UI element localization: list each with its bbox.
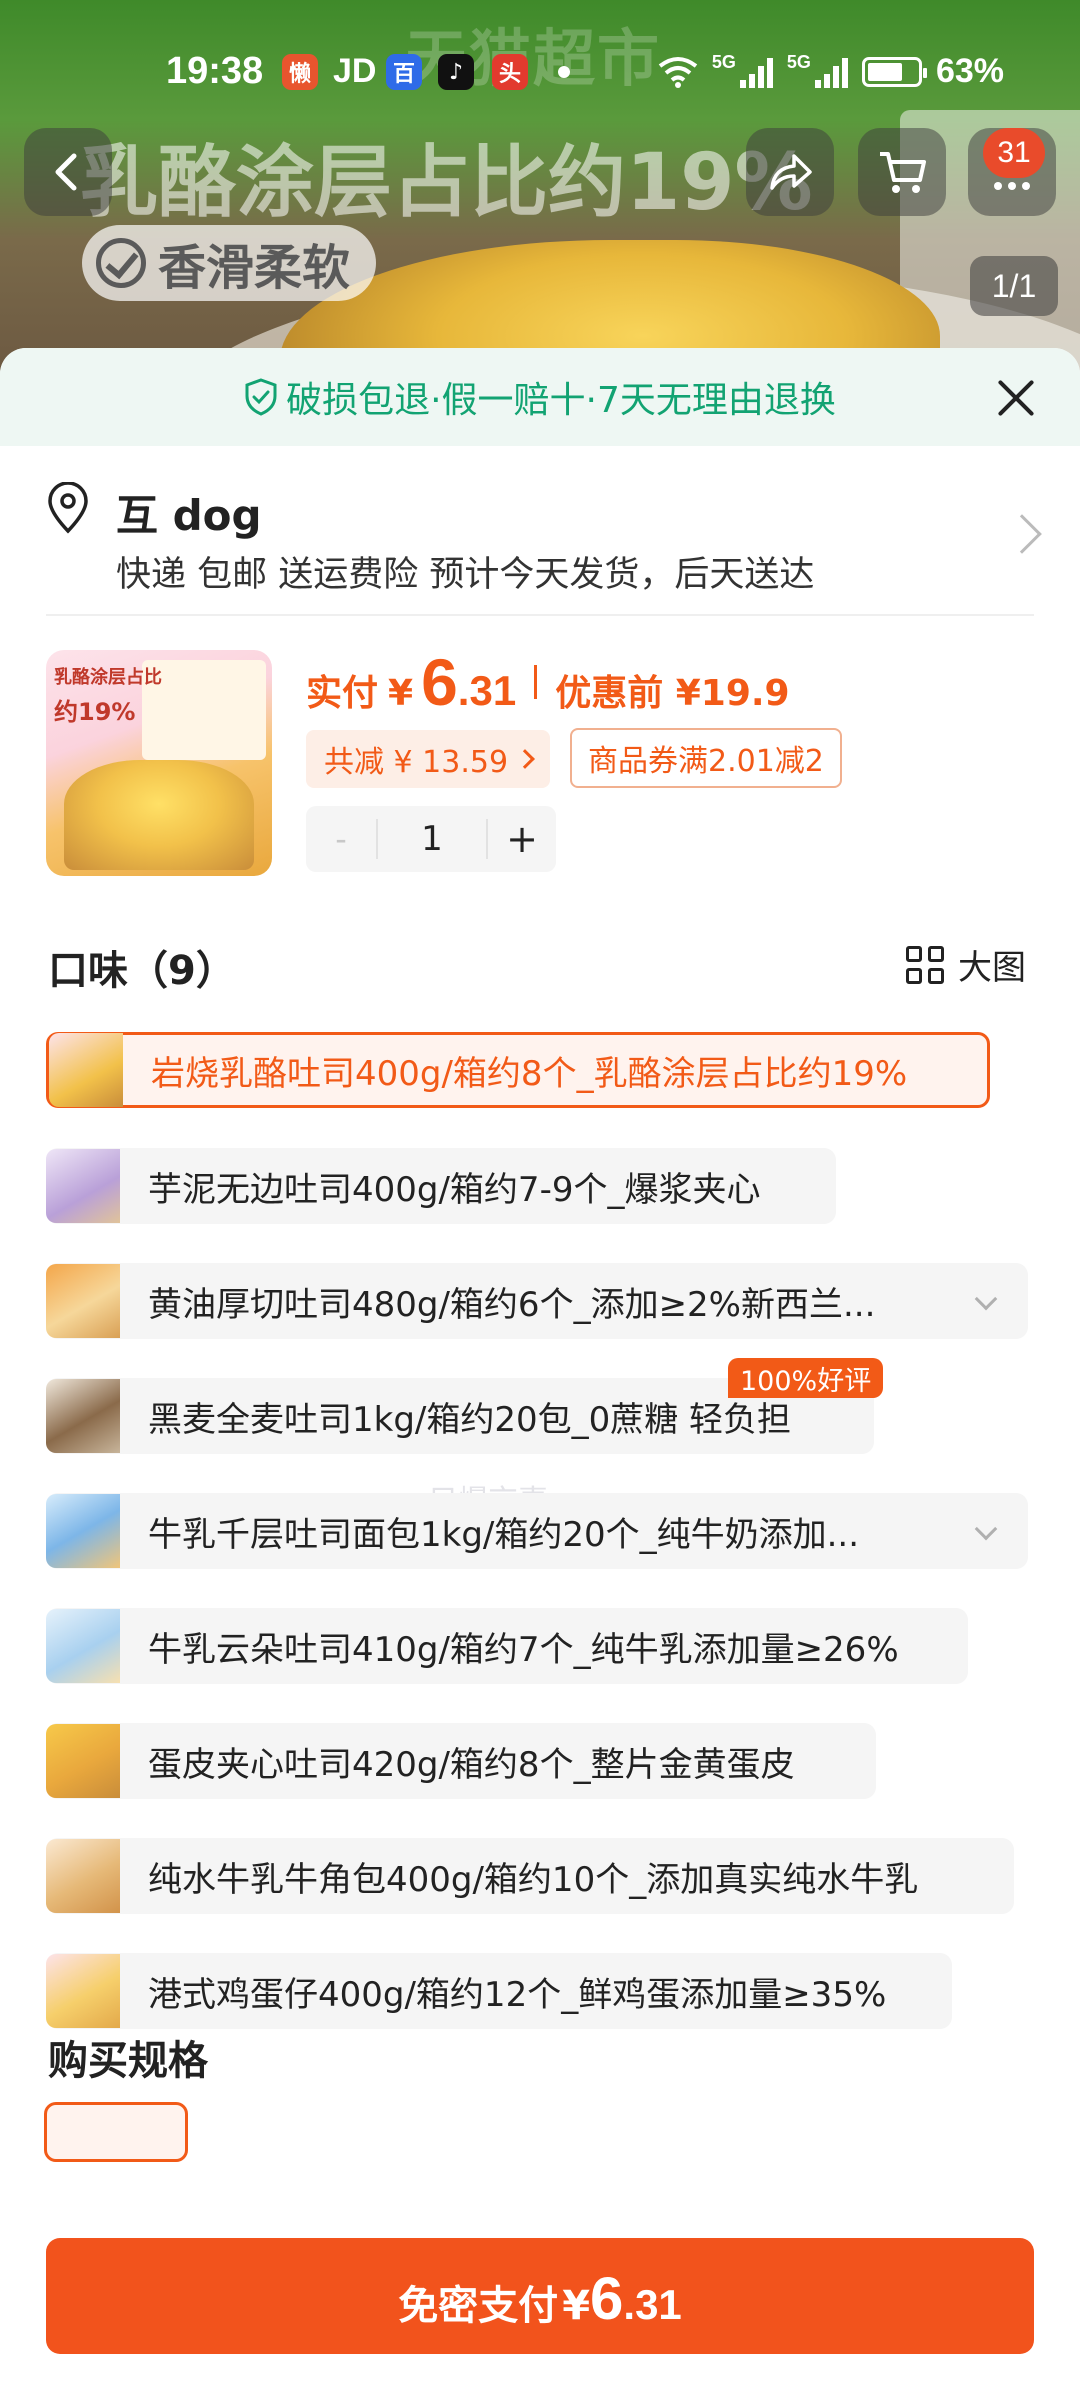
currency-symbol: ¥ bbox=[388, 673, 414, 714]
close-sheet-button[interactable] bbox=[992, 374, 1040, 422]
product-thumbnail[interactable]: 乳酪涂层占比 约19% bbox=[46, 650, 272, 876]
share-icon bbox=[770, 154, 812, 190]
option-thumbnail bbox=[46, 1724, 120, 1798]
signal-icon bbox=[814, 56, 848, 88]
wifi-icon bbox=[658, 56, 698, 88]
flavor-option-6[interactable]: 牛乳云朵吐司410g/箱约7个_纯牛乳添加量≥26% bbox=[46, 1608, 968, 1684]
chevron-right-icon bbox=[1002, 514, 1042, 554]
price-row: 实付 ¥ 6 .31 优惠前 ¥19.9 bbox=[306, 644, 790, 720]
grid-icon bbox=[906, 945, 944, 984]
sku-selection-sheet: 破损包退·假一赔十·7天无理由退换 互 dog 快递 包邮 送运费险 预计今天发… bbox=[0, 348, 1080, 2400]
chevron-right-icon bbox=[515, 749, 535, 769]
flavor-section-title: 口味（9） bbox=[48, 948, 236, 994]
chevron-left-icon bbox=[55, 153, 77, 191]
pay-amount-int: 6 bbox=[590, 2265, 624, 2332]
battery-icon bbox=[861, 56, 927, 87]
guarantee-banner[interactable]: 破损包退·假一赔十·7天无理由退换 bbox=[0, 348, 1080, 446]
option-label: 黄油厚切吐司480g/箱约6个_添加≥2%新西兰... bbox=[148, 1284, 876, 1325]
option-thumbnail bbox=[46, 1954, 120, 2028]
option-label: 港式鸡蛋仔400g/箱约12个_鲜鸡蛋添加量≥35% bbox=[148, 1974, 887, 2015]
option-thumbnail bbox=[46, 1379, 120, 1453]
cart-icon bbox=[880, 152, 926, 193]
shield-check-icon bbox=[245, 378, 277, 416]
option-label: 芋泥无边吐司400g/箱约7-9个_爆浆夹心 bbox=[148, 1169, 761, 1210]
big-image-view-toggle[interactable]: 大图 bbox=[906, 940, 1026, 989]
address-name: 互 dog bbox=[116, 491, 262, 540]
price-before-discount: 优惠前 ¥19.9 bbox=[555, 673, 790, 714]
flavor-option-7[interactable]: 蛋皮夹心吐司420g/箱约8个_整片金黄蛋皮 bbox=[46, 1723, 876, 1799]
lazy-app-icon: 懒 bbox=[282, 54, 318, 90]
decrease-quantity-button[interactable]: - bbox=[306, 820, 376, 858]
tiktok-app-icon: ♪ bbox=[438, 54, 474, 90]
toutiao-app-icon: 头 bbox=[492, 54, 528, 90]
flavor-option-9[interactable]: 港式鸡蛋仔400g/箱约12个_鲜鸡蛋添加量≥35% bbox=[46, 1953, 952, 2029]
cart-button[interactable] bbox=[858, 128, 946, 216]
total-discount-tag[interactable]: 共减 ¥ 13.59 bbox=[306, 730, 551, 788]
flavor-option-5[interactable]: 牛乳千层吐司面包1kg/箱约20个_纯牛奶添加... bbox=[46, 1493, 1028, 1569]
quantity-stepper: - 1 + bbox=[306, 806, 556, 872]
network-5g-2: 5G bbox=[786, 52, 811, 72]
chevron-down-icon bbox=[974, 1287, 998, 1311]
signal-icon bbox=[739, 56, 773, 88]
thumb-text: 乳酪涂层占比 bbox=[54, 667, 162, 688]
option-thumbnail bbox=[46, 1264, 120, 1338]
divider bbox=[46, 614, 1034, 616]
hero-tagline-pill: 香滑柔软 bbox=[82, 225, 377, 301]
network-5g-1: 5G bbox=[711, 52, 736, 72]
location-pin-icon bbox=[48, 482, 88, 534]
final-price-int: 6 bbox=[421, 645, 458, 719]
notification-dot-icon bbox=[558, 66, 570, 78]
option-label: 蛋皮夹心吐司420g/箱约8个_整片金黄蛋皮 bbox=[148, 1744, 795, 1785]
check-circle-icon bbox=[96, 238, 146, 288]
pay-label: 免密支付 bbox=[398, 2283, 559, 2329]
share-button[interactable] bbox=[746, 128, 834, 216]
cart-count-badge: 31 bbox=[983, 128, 1045, 178]
final-price-dec: .31 bbox=[457, 667, 517, 714]
flavor-option-1[interactable]: 岩烧乳酪吐司400g/箱约8个_乳酪涂层占比约19% bbox=[46, 1032, 990, 1108]
option-thumbnail bbox=[49, 1033, 123, 1107]
option-thumbnail bbox=[46, 1609, 120, 1683]
jd-app-icon: JD bbox=[333, 52, 377, 90]
option-thumbnail bbox=[46, 1149, 120, 1223]
flavor-option-2[interactable]: 芋泥无边吐司400g/箱约7-9个_爆浆夹心 bbox=[46, 1148, 836, 1224]
coupon-tag: 商品券满2.01减2 bbox=[570, 728, 842, 788]
flavor-option-8[interactable]: 纯水牛乳牛角包400g/箱约10个_添加真实纯水牛乳 bbox=[46, 1838, 1014, 1914]
delivery-info: 快递 包邮 送运费险 预计今天发货，后天送达 bbox=[116, 555, 815, 595]
status-time: 19:38 bbox=[166, 50, 264, 92]
option-label: 牛乳千层吐司面包1kg/箱约20个_纯牛奶添加... bbox=[148, 1514, 860, 1555]
option-thumbnail bbox=[46, 1839, 120, 1913]
quantity-value[interactable]: 1 bbox=[376, 819, 488, 859]
rating-badge: 100%好评 bbox=[728, 1358, 884, 1398]
battery-percent: 63% bbox=[935, 52, 1004, 90]
pay-currency: ¥ bbox=[562, 2283, 591, 2329]
hero-tagline: 香滑柔软 bbox=[158, 240, 351, 296]
spec-option[interactable] bbox=[44, 2102, 188, 2162]
pay-button[interactable]: 免密支付 ¥ 6 .31 bbox=[46, 2238, 1034, 2354]
delivery-address[interactable]: 互 dog 快递 包邮 送运费险 预计今天发货，后天送达 bbox=[46, 482, 1042, 614]
baidu-app-icon: 百 bbox=[386, 54, 422, 90]
spec-section-title: 购买规格 bbox=[48, 2038, 208, 2084]
price-separator bbox=[534, 665, 538, 699]
increase-quantity-button[interactable]: + bbox=[488, 817, 556, 861]
flavor-option-3[interactable]: 黄油厚切吐司480g/箱约6个_添加≥2%新西兰... bbox=[46, 1263, 1028, 1339]
thumb-text: 约19% bbox=[54, 698, 136, 726]
option-label: 黑麦全麦吐司1kg/箱约20包_0蔗糖 轻负担 bbox=[148, 1399, 792, 1440]
total-discount-text: 共减 ¥ 13.59 bbox=[324, 745, 509, 780]
guarantee-text: 破损包退·假一赔十·7天无理由退换 bbox=[286, 380, 836, 421]
option-label: 牛乳云朵吐司410g/箱约7个_纯牛乳添加量≥26% bbox=[148, 1629, 899, 1670]
big-view-label: 大图 bbox=[958, 948, 1026, 988]
option-label: 纯水牛乳牛角包400g/箱约10个_添加真实纯水牛乳 bbox=[148, 1859, 919, 1900]
pay-amount-dec: .31 bbox=[623, 2281, 682, 2328]
image-counter: 1/1 bbox=[970, 256, 1058, 316]
option-thumbnail bbox=[46, 1494, 120, 1568]
chevron-down-icon bbox=[974, 1517, 998, 1541]
final-price-label: 实付 bbox=[306, 673, 379, 714]
back-button[interactable] bbox=[24, 128, 112, 216]
option-label: 岩烧乳酪吐司400g/箱约8个_乳酪涂层占比约19% bbox=[151, 1053, 908, 1094]
